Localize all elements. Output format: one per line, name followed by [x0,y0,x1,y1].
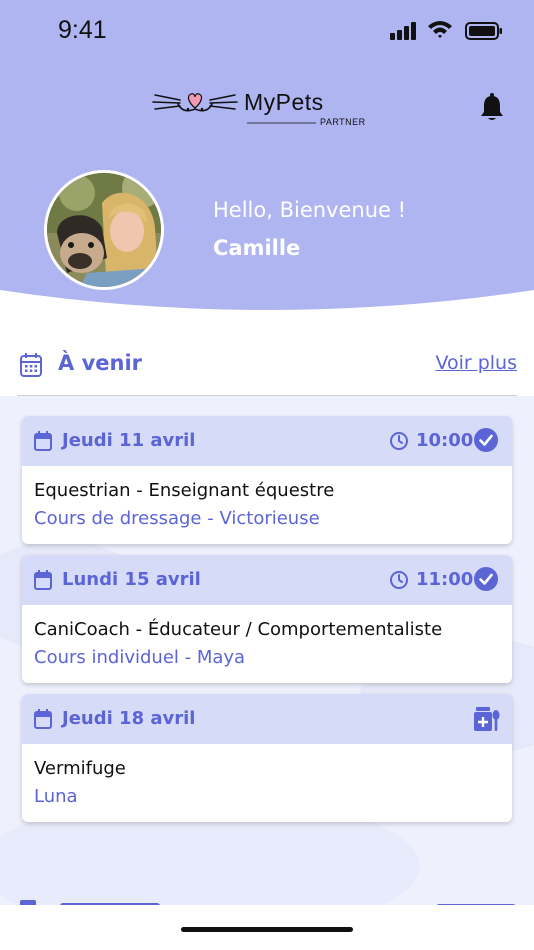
logo-text: MyPets [244,89,324,115]
card-header: Lundi 15 avril 11:00 [22,555,512,605]
calendar-icon [34,570,52,590]
card-header: Jeudi 11 avril 10:00 [22,416,512,466]
battery-icon [465,22,502,40]
username-text: Camille [213,236,301,260]
card-time: 11:00 [416,569,474,590]
calendar-icon [34,709,52,729]
card-date: Jeudi 18 avril [62,708,196,729]
signal-icon [390,22,416,40]
notification-bell-icon[interactable] [479,92,505,122]
card-time: 10:00 [416,430,474,451]
greeting-text: Hello, Bienvenue ! [213,198,407,222]
home-indicator[interactable] [181,927,353,932]
section-title: À venir [58,351,142,375]
calendar-icon [20,353,42,377]
see-more-link[interactable]: Voir plus [435,352,517,374]
clock-icon [390,432,408,450]
status-time: 9:41 [58,16,107,44]
logo-subtitle: PARTNER [320,117,366,127]
check-circle-icon [474,428,498,452]
card-subtitle: Luna [34,786,78,807]
card-title: CaniCoach - Éducateur / Comportementalis… [34,619,443,640]
calendar-icon [34,431,52,451]
clock-icon [390,571,408,589]
card-date: Jeudi 11 avril [62,430,196,451]
card-subtitle: Cours de dressage - Victorieuse [34,508,320,529]
upcoming-section-header: À venir Voir plus [0,345,534,385]
card-body: Vermifuge Luna [22,744,512,822]
home-indicator-bar [0,905,534,950]
card-body: Equestrian - Enseignant équestre Cours d… [22,466,512,544]
card-body: CaniCoach - Éducateur / Comportementalis… [22,605,512,683]
appointment-card[interactable]: Lundi 15 avril 11:00 CaniCoach - Éducate… [22,555,512,683]
profile-avatar[interactable] [44,170,164,290]
card-date: Lundi 15 avril [62,569,201,590]
card-title: Vermifuge [34,758,126,779]
wifi-icon [428,21,452,38]
card-title: Equestrian - Enseignant équestre [34,480,335,501]
card-subtitle: Cours individuel - Maya [34,647,246,668]
check-circle-icon [474,567,498,591]
appointment-card[interactable]: Jeudi 11 avril 10:00 Equestrian - Enseig… [22,416,512,544]
status-bar: 9:41 [0,0,534,64]
app-screen: 9:41 MyPets PARTNER Hello, Bienvenue ! C… [0,0,534,950]
appointment-card[interactable]: Jeudi 18 avril Vermifuge Luna [22,694,512,822]
medication-icon [474,707,500,731]
card-header: Jeudi 18 avril [22,694,512,744]
